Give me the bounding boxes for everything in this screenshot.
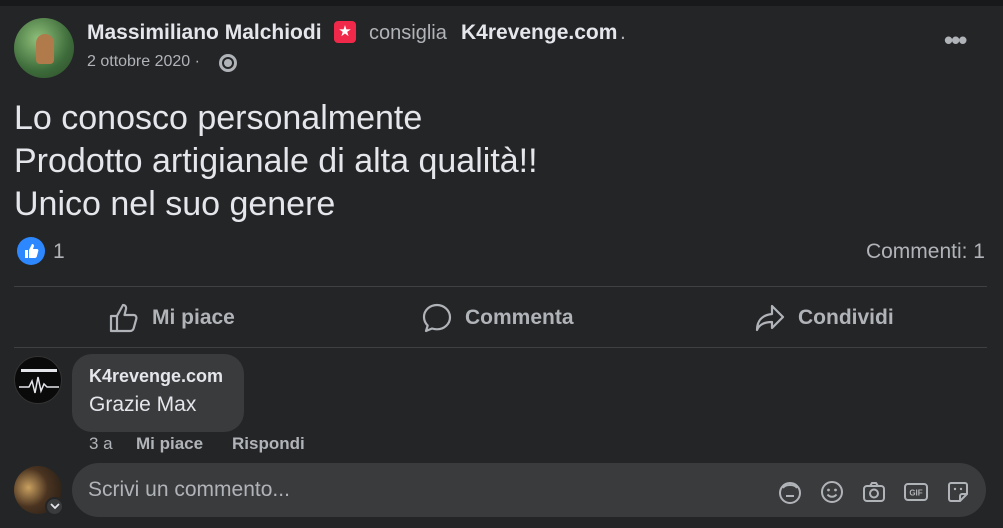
author-avatar[interactable] [14, 18, 74, 78]
commenter-avatar[interactable] [14, 356, 62, 404]
globe-icon [219, 54, 237, 72]
comment-bubble-icon [422, 303, 452, 333]
comment-age[interactable]: 3 a [89, 434, 113, 454]
like-button[interactable]: Mi piace [108, 298, 235, 338]
star-badge-icon: ★ [334, 21, 356, 43]
comment-input[interactable] [72, 463, 986, 517]
post-text: Lo conosco personalmente Prodotto artigi… [14, 97, 974, 226]
share-button[interactable]: Condividi [754, 298, 894, 338]
chevron-down-icon[interactable] [45, 497, 64, 516]
recommends-label: consiglia [369, 22, 447, 44]
sticker-icon[interactable] [945, 479, 971, 505]
emoji-icon[interactable] [819, 479, 845, 505]
commenter-name[interactable]: K4revenge.com [89, 366, 223, 387]
svg-text:GIF: GIF [909, 489, 922, 498]
comment-button[interactable]: Commenta [421, 298, 574, 338]
camera-icon[interactable] [861, 479, 887, 505]
page-link-suffix: . [620, 21, 626, 44]
post-text-line: Prodotto artigianale di alta qualità!! [14, 142, 538, 180]
more-options-button[interactable]: ••• [944, 27, 967, 53]
gif-icon[interactable]: GIF [903, 479, 929, 505]
post-text-line: Lo conosco personalmente [14, 99, 423, 137]
comment-button-label: Commenta [465, 306, 574, 329]
comment-text: Grazie Max [89, 393, 197, 416]
post-date[interactable]: 2 ottobre 2020 · [87, 53, 200, 71]
like-count[interactable]: 1 [53, 240, 65, 264]
divider [14, 347, 987, 348]
thumbs-up-icon [109, 303, 138, 333]
comment-like-button[interactable]: Mi piace [136, 434, 203, 454]
like-reaction-icon[interactable] [17, 237, 45, 265]
page-link[interactable]: K4revenge.com [461, 21, 617, 45]
post-text-line: Unico nel suo genere [14, 185, 336, 223]
author-name[interactable]: Massimiliano Malchiodi [87, 21, 322, 45]
comment-reply-button[interactable]: Rispondi [232, 434, 305, 454]
like-button-label: Mi piace [152, 306, 235, 329]
share-arrow-icon [755, 304, 785, 332]
share-button-label: Condividi [798, 306, 894, 329]
divider [14, 286, 987, 287]
avatar-sticker-icon[interactable] [777, 479, 803, 505]
k4revenge-logo-icon [19, 369, 59, 394]
comments-count[interactable]: Commenti: 1 [866, 240, 985, 264]
